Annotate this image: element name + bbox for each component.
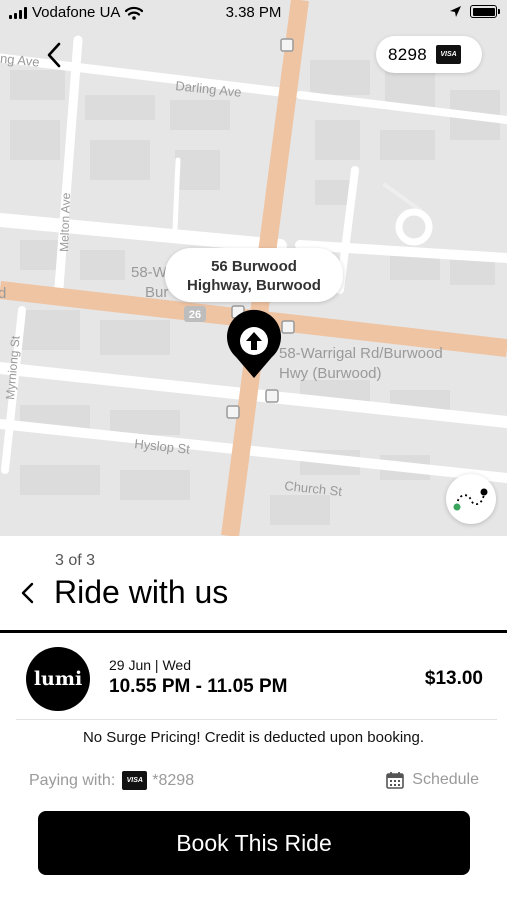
book-ride-button[interactable]: Book This Ride <box>38 811 470 875</box>
schedule-label: Schedule <box>412 771 479 788</box>
card-last4: 8298 <box>388 44 428 64</box>
street-label-darling: Darling Ave <box>175 78 242 100</box>
stop-label-1: 58-W <box>131 264 168 281</box>
street-label-myrniong: Myrniong St <box>3 335 23 401</box>
visa-icon: VISA <box>436 45 462 64</box>
pickup-address-label: 56 Burwood Highway, Burwood <box>165 248 343 302</box>
street-label-melton: Melton Ave <box>57 192 73 252</box>
step-indicator: 3 of 3 <box>55 552 96 569</box>
location-arrow-icon <box>450 6 461 17</box>
battery-icon <box>470 5 500 18</box>
route-icon <box>453 488 488 511</box>
ride-price: $13.00 <box>424 668 483 689</box>
status-time: 3.38 PM <box>225 4 282 21</box>
ride-time-window: 10.55 PM - 11.05 PM <box>109 676 288 697</box>
paying-with-label: Paying with: <box>29 771 116 789</box>
lumi-logo: lumi <box>26 647 90 711</box>
ride-divider <box>16 719 497 720</box>
pickup-pin-icon[interactable] <box>227 309 282 378</box>
schedule-button[interactable]: Schedule <box>385 770 479 790</box>
ride-option[interactable]: lumi 29 Jun | Wed 10.55 PM - 11.05 PM $1… <box>0 636 507 718</box>
pickup-address-line1: 56 Burwood <box>211 258 297 275</box>
street-label-cut-left: d <box>0 285 6 302</box>
booking-sheet: 3 of 3 Ride with us lumi 29 Jun | Wed 10… <box>0 536 507 900</box>
stop-label-2-line2: Hwy (Burwood) <box>279 365 382 382</box>
back-icon[interactable] <box>40 40 70 70</box>
street-label-cut-top: ling Ave <box>0 50 40 70</box>
status-bar: Vodafone UA 3.38 PM <box>0 0 507 30</box>
status-right <box>449 5 500 18</box>
payment-method-row[interactable]: Paying with: VISA *8298 <box>29 771 194 790</box>
route-badge: 26 <box>189 309 201 321</box>
title-divider <box>0 630 507 633</box>
ride-date: 29 Jun | Wed <box>109 657 191 673</box>
calendar-icon <box>386 772 405 789</box>
pickup-address-line2: Highway, Burwood <box>187 277 321 294</box>
paying-card-number: *8298 <box>152 771 195 789</box>
route-toggle-button[interactable] <box>446 474 496 524</box>
sheet-back-icon[interactable] <box>15 580 41 606</box>
visa-icon: VISA <box>122 771 148 790</box>
page-title: Ride with us <box>54 574 229 610</box>
stop-label-2-line1: 58-Warrigal Rd/Burwood <box>279 345 443 362</box>
pricing-notice: No Surge Pricing! Credit is deducted upo… <box>82 729 425 746</box>
payment-card-chip[interactable]: 8298 VISA <box>376 36 482 73</box>
